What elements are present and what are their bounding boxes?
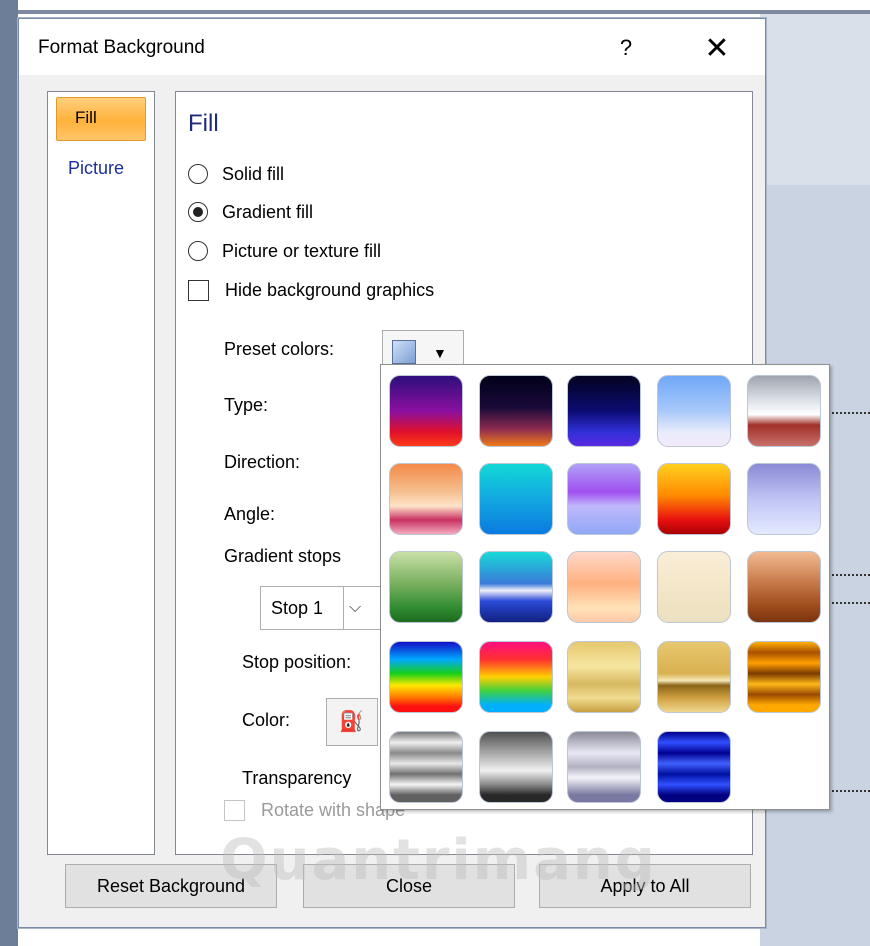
type-label: Type: [224, 395, 269, 415]
gradient-fill-label: Gradient fill [222, 201, 314, 222]
watermark: Quantrimang [220, 828, 657, 893]
hide-background-checkbox[interactable]: Hide background graphics [188, 276, 434, 304]
checkbox-box[interactable] [188, 279, 209, 301]
stop-select-value: Stop 1 [271, 598, 324, 618]
window-top-edge [0, 0, 870, 14]
dialog-title: Format Background [38, 37, 205, 58]
color-label: Color: [242, 710, 291, 730]
solid-fill-label: Solid fill [222, 163, 285, 184]
preset-gradient-swatch[interactable] [747, 641, 821, 713]
radio-dot [193, 207, 203, 217]
slide-dotted-line [832, 412, 870, 414]
slide-dotted-line [832, 574, 870, 576]
slide-dotted-line [832, 790, 870, 792]
preset-swatch-icon [392, 340, 416, 364]
preset-gradient-swatch[interactable] [389, 731, 463, 803]
nav-item-fill[interactable]: Fill [56, 97, 146, 141]
preset-gradient-swatch[interactable] [389, 641, 463, 713]
paint-bucket-icon: ⛽ [339, 711, 364, 733]
preset-gradient-swatch[interactable] [567, 551, 641, 623]
preset-colors-label: Preset colors: [224, 339, 335, 359]
preset-gradient-swatch[interactable] [747, 551, 821, 623]
select-divider [343, 587, 344, 629]
preset-gradient-swatch[interactable] [479, 375, 553, 447]
stop-position-label: Stop position: [242, 652, 352, 672]
radio-circle[interactable] [188, 241, 208, 261]
preset-gradient-swatch[interactable] [389, 551, 463, 623]
help-button[interactable]: ? [611, 33, 641, 63]
dropdown-arrow-icon: ▼ [433, 345, 447, 361]
checkbox-box[interactable] [224, 800, 245, 821]
preset-gradient-swatch[interactable] [657, 641, 731, 713]
transparency-label: Transparency [242, 768, 352, 788]
preset-gradient-swatch[interactable] [747, 375, 821, 447]
solid-fill-radio[interactable]: Solid fill [188, 160, 284, 188]
preset-gradient-swatch[interactable] [479, 463, 553, 535]
preset-gradient-swatch[interactable] [657, 731, 731, 803]
preset-gradient-swatch[interactable] [747, 463, 821, 535]
chevron-down-icon: ⌵ [349, 599, 362, 616]
preset-gradient-swatch[interactable] [657, 375, 731, 447]
gradient-stops-label: Gradient stops [224, 546, 342, 566]
preset-colors-gallery [380, 364, 830, 810]
preset-gradient-swatch[interactable] [567, 641, 641, 713]
picture-texture-fill-radio[interactable]: Picture or texture fill [188, 237, 381, 265]
window-left-edge [0, 0, 18, 946]
preset-gradient-swatch[interactable] [479, 551, 553, 623]
rotate-with-shape-checkbox[interactable]: Rotate with shape [224, 800, 405, 821]
preset-gradient-swatch[interactable] [389, 375, 463, 447]
preset-gradient-swatch[interactable] [479, 641, 553, 713]
preset-gradient-swatch[interactable] [389, 463, 463, 535]
picture-texture-fill-label: Picture or texture fill [222, 240, 382, 261]
preset-gradient-swatch[interactable] [567, 375, 641, 447]
stop-select[interactable]: Stop 1 ⌵ [260, 586, 382, 630]
preset-gradient-swatch[interactable] [479, 731, 553, 803]
preset-gradient-swatch[interactable] [657, 551, 731, 623]
color-picker-button[interactable]: ⛽ [326, 698, 378, 746]
preset-gradient-swatch[interactable] [657, 463, 731, 535]
radio-circle-selected[interactable] [188, 202, 208, 222]
direction-label: Direction: [224, 452, 301, 472]
preset-gradient-swatch[interactable] [567, 731, 641, 803]
dialog-titlebar: Format Background ? ✕ [19, 19, 765, 75]
preset-gradient-swatch[interactable] [567, 463, 641, 535]
gradient-fill-radio[interactable]: Gradient fill [188, 198, 313, 226]
angle-label: Angle: [224, 504, 276, 524]
slide-dotted-line [832, 602, 870, 604]
fill-heading: Fill [188, 110, 219, 137]
radio-circle[interactable] [188, 164, 208, 184]
close-icon[interactable]: ✕ [699, 31, 735, 67]
nav-item-picture[interactable]: Picture [68, 158, 124, 179]
hide-background-label: Hide background graphics [225, 279, 435, 300]
category-panel: Fill Picture [47, 91, 155, 855]
